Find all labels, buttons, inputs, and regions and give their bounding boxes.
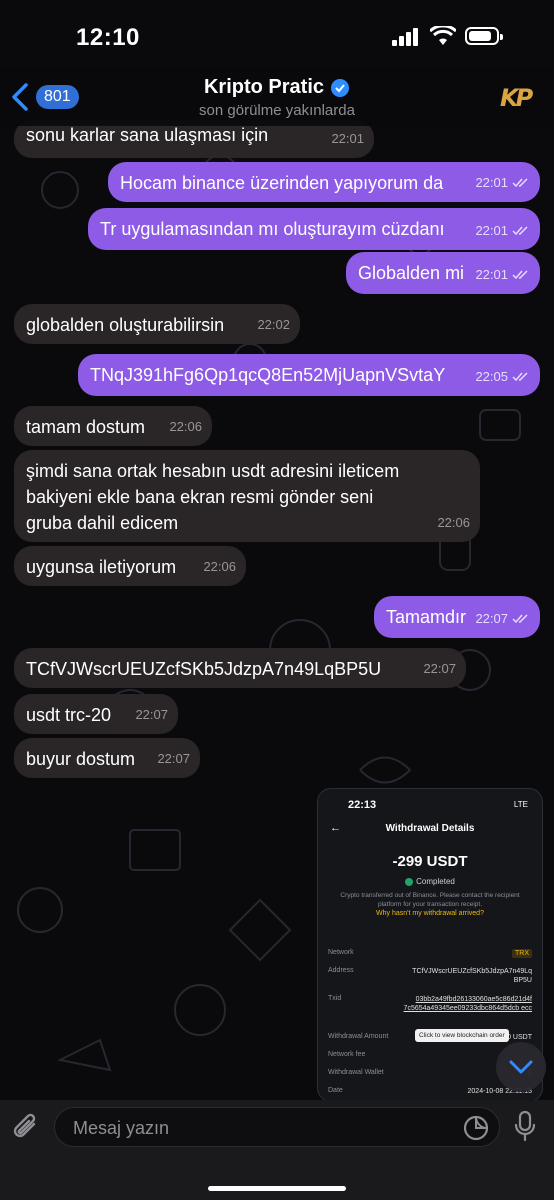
status-time: 12:10 <box>76 24 140 51</box>
message-text: TCfVJWscrUEUZcfSKb5JdzpA7n49LqBP5U <box>26 659 382 679</box>
message-text: usdt trc-20 <box>26 705 112 725</box>
sticker-icon[interactable] <box>463 1115 489 1141</box>
image-note: Crypto transferred out of Binance. Pleas… <box>340 892 520 908</box>
message-bubble[interactable]: Globalden mi 22:01 <box>346 252 540 294</box>
message-bubble[interactable]: Hocam binance üzerinden yapıyorum da 22:… <box>108 162 540 202</box>
message-text: buyur dostum <box>26 749 136 769</box>
image-row: Network TRX <box>328 949 532 958</box>
message-text: globalden oluşturabilirsin <box>26 315 225 335</box>
message-time: 22:07 <box>157 751 190 766</box>
message-time: 22:07 <box>475 611 508 626</box>
message-time: 22:07 <box>135 707 168 722</box>
message-time: 22:02 <box>257 317 290 332</box>
message-time: 22:07 <box>423 661 456 676</box>
message-text: uygunsa iletiyorum <box>26 557 177 577</box>
message-time: 22:06 <box>437 515 470 530</box>
message-time: 22:01 <box>331 131 364 146</box>
image-status-time: 22:13 <box>348 799 377 811</box>
message-bubble[interactable]: uygunsa iletiyorum 22:06 <box>14 546 246 586</box>
read-checks-icon <box>512 178 528 188</box>
read-checks-icon <box>512 372 528 382</box>
image-row: Address TCfVJWscrUEUZcfSKb5JdzpA7n49Lq BP… <box>328 967 532 984</box>
message-input[interactable] <box>71 1116 435 1140</box>
message-bubble[interactable]: şimdi sana ortak hesabın usdt adresini i… <box>14 450 480 542</box>
status-bar: 12:10 <box>0 0 554 70</box>
message-text: Hocam binance üzerinden yapıyorum da <box>120 173 444 193</box>
message-bubble[interactable]: usdt trc-20 22:07 <box>14 694 178 734</box>
message-text: TNqJ391hFg6Qp1qcQ8En52MjUapnVSvtaY <box>90 365 446 385</box>
home-indicator <box>208 1186 346 1191</box>
message-time: 22:06 <box>169 419 202 434</box>
message-bubble[interactable]: TNqJ391hFg6Qp1qcQ8En52MjUapnVSvtaY 22:05 <box>78 354 540 396</box>
scroll-down-button[interactable] <box>496 1042 546 1092</box>
message-text: Globalden mi <box>358 263 465 283</box>
message-time: 22:01 <box>475 175 508 190</box>
image-status-text: Completed <box>416 877 455 886</box>
message-text: sonu karlar sana ulaşması için <box>26 125 269 145</box>
verified-badge-icon <box>331 78 350 97</box>
attach-icon[interactable] <box>12 1112 42 1144</box>
image-status-network: LTE <box>513 800 528 809</box>
battery-icon <box>465 27 503 45</box>
check-circle-icon <box>405 877 414 886</box>
message-text: şimdi sana ortak hesabın usdt adresini i… <box>26 461 400 533</box>
message-time: 22:01 <box>475 223 508 238</box>
chat-header: 801 Kripto Pratic son görülme yakınlarda… <box>0 68 554 126</box>
message-input-bar <box>0 1100 554 1200</box>
message-text: tamam dostum <box>26 417 146 437</box>
message-time: 22:05 <box>475 369 508 384</box>
message-bubble[interactable]: globalden oluşturabilirsin 22:02 <box>14 304 300 344</box>
last-seen-status: son görülme yakınlarda <box>199 102 355 119</box>
message-field[interactable] <box>54 1107 500 1147</box>
read-checks-icon <box>512 226 528 236</box>
microphone-icon[interactable] <box>513 1110 537 1142</box>
message-bubble[interactable]: buyur dostum 22:07 <box>14 738 200 778</box>
image-title: Withdrawal Details <box>385 823 475 834</box>
read-checks-icon <box>512 614 528 624</box>
image-why-link: Why hasn't my withdrawal arrived? <box>376 910 484 917</box>
image-amount: -299 USDT <box>392 853 468 870</box>
cellular-signal-icon <box>392 28 418 46</box>
message-bubble[interactable]: tamam dostum 22:06 <box>14 406 212 446</box>
message-bubble[interactable]: TCfVJWscrUEUZcfSKb5JdzpA7n49LqBP5U 22:07 <box>14 648 466 688</box>
chat-title: Kripto Pratic <box>203 76 325 98</box>
image-row: Date 2024-10-08 22:11:13 <box>328 1087 532 1095</box>
read-checks-icon <box>512 270 528 280</box>
message-time: 22:01 <box>475 267 508 282</box>
message-text: Tr uygulamasından mı oluşturayım cüzdanı <box>100 219 445 239</box>
image-tooltip: Click to view blockchain order <box>415 1029 509 1042</box>
wifi-icon <box>430 26 456 45</box>
chat-title-area[interactable]: Kripto Pratic son görülme yakınlarda <box>0 76 554 119</box>
message-bubble[interactable]: Tamamdır 22:07 <box>374 596 540 638</box>
image-status: Completed <box>318 877 542 886</box>
message-time: 22:06 <box>203 559 236 574</box>
chevron-down-icon <box>509 1060 533 1074</box>
avatar-logo[interactable]: KP <box>500 84 533 112</box>
image-row: Txid 03bb2a49fbd26133060ae5c86d21d4f 7c56… <box>328 995 532 1012</box>
message-text: Tamamdır <box>386 607 467 627</box>
message-bubble[interactable]: Tr uygulamasından mı oluşturayım cüzdanı… <box>88 208 540 250</box>
